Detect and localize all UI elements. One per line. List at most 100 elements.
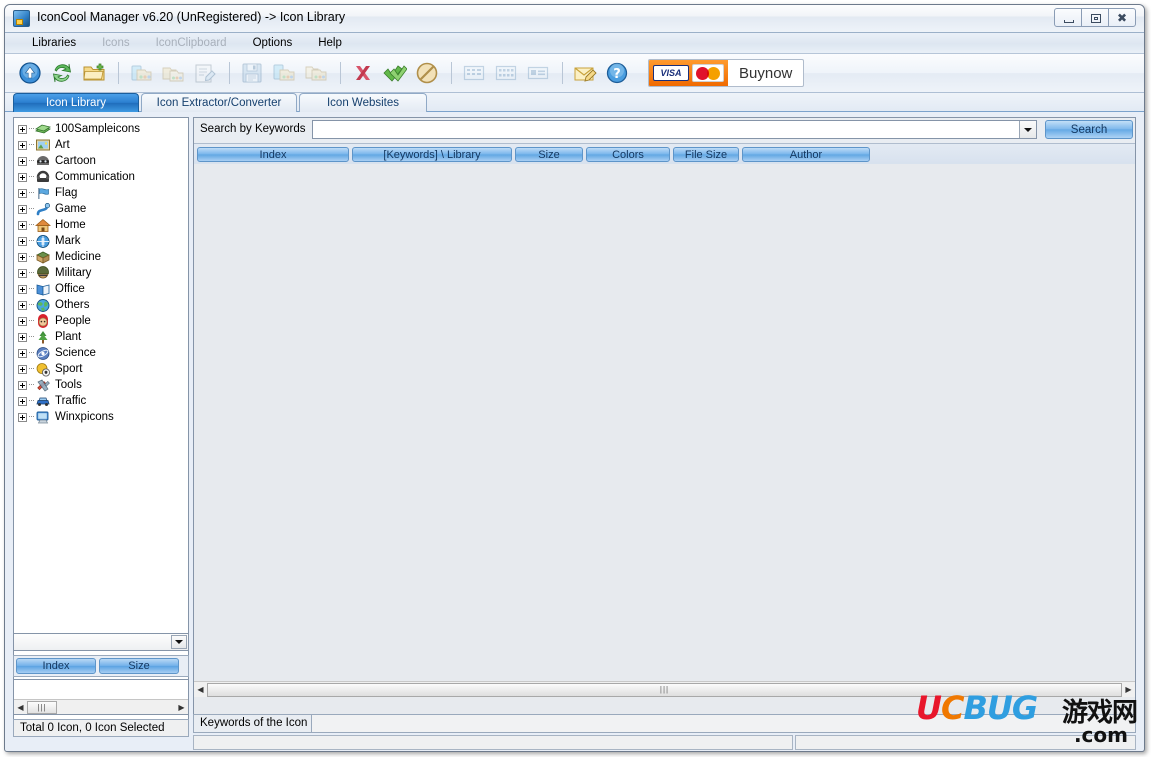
tree-item-flag[interactable]: Flag: [18, 185, 188, 201]
scroll-right-arrow[interactable]: ▶: [1122, 683, 1135, 696]
expand-toggle[interactable]: [18, 380, 27, 390]
column-size[interactable]: Size: [515, 147, 583, 162]
tree-item-military[interactable]: Military: [18, 265, 188, 281]
keywords-input[interactable]: [311, 714, 1136, 733]
edit-icon[interactable]: [190, 58, 220, 88]
tree-item-science[interactable]: Science: [18, 345, 188, 361]
expand-toggle[interactable]: [18, 236, 27, 246]
chevron-down-icon[interactable]: [1019, 121, 1036, 138]
sidebar-column-index[interactable]: Index: [16, 658, 96, 674]
expand-toggle[interactable]: [18, 396, 27, 406]
search-input[interactable]: [313, 121, 1016, 138]
horizontal-scroll-thumb[interactable]: |||: [207, 682, 1122, 697]
expand-toggle[interactable]: [18, 172, 27, 182]
sidebar-status-bar: Total 0 Icon, 0 Icon Selected: [13, 719, 189, 737]
menu-item-icons[interactable]: Icons: [89, 33, 143, 53]
tab-icon-library[interactable]: Icon Library: [13, 93, 139, 112]
grid-view-icon[interactable]: [491, 58, 521, 88]
buynow-button[interactable]: VISA Buynow: [648, 59, 805, 87]
expand-toggle[interactable]: [18, 204, 27, 214]
tree-item-communication[interactable]: Communication: [18, 169, 188, 185]
list-horizontal-scrollbar[interactable]: ◀ ||| ▶: [194, 681, 1135, 697]
tree-item-medicine[interactable]: Medicine: [18, 249, 188, 265]
expand-toggle[interactable]: [18, 252, 27, 262]
expand-toggle[interactable]: [18, 300, 27, 310]
column-keywords[interactable]: [Keywords] \ Library: [352, 147, 512, 162]
tree-item-office[interactable]: Office: [18, 281, 188, 297]
mail-icon[interactable]: [570, 58, 600, 88]
tree-item-home[interactable]: Home: [18, 217, 188, 233]
deselect-icon[interactable]: [412, 58, 442, 88]
search-combo[interactable]: [312, 120, 1037, 139]
tree-item-people[interactable]: People: [18, 313, 188, 329]
chevron-down-icon[interactable]: [171, 635, 187, 649]
expand-toggle[interactable]: [18, 412, 27, 422]
open-library-icon[interactable]: [15, 58, 45, 88]
tree-item-mark[interactable]: Mark: [18, 233, 188, 249]
payment-cards: VISA: [649, 60, 728, 86]
search-button[interactable]: Search: [1045, 120, 1133, 139]
library-tree[interactable]: 100Sampleicons Art Cartoon Communication: [14, 118, 188, 720]
expand-toggle[interactable]: [18, 316, 27, 326]
tree-item-100sampleicons[interactable]: 100Sampleicons: [18, 121, 188, 137]
list-view-icon[interactable]: [459, 58, 489, 88]
tree-item-label: Flag: [55, 187, 78, 199]
library-tree-panel[interactable]: 100Sampleicons Art Cartoon Communication: [13, 117, 189, 721]
expand-toggle[interactable]: [18, 348, 27, 358]
horizontal-scroll-thumb[interactable]: |||: [27, 700, 57, 714]
sidebar-column-size[interactable]: Size: [99, 658, 179, 674]
minimize-button[interactable]: [1054, 8, 1082, 27]
tab-icon-websites[interactable]: Icon Websites: [299, 93, 427, 112]
tree-item-winxpicons[interactable]: Winxpicons: [18, 409, 188, 425]
scroll-right-arrow[interactable]: ▶: [175, 701, 188, 714]
expand-toggle[interactable]: [18, 124, 27, 134]
save-icon[interactable]: [237, 58, 267, 88]
expand-toggle[interactable]: [18, 188, 27, 198]
tree-item-traffic[interactable]: Traffic: [18, 393, 188, 409]
library-filter-combo[interactable]: [13, 633, 189, 651]
scroll-left-arrow[interactable]: ◀: [14, 701, 27, 714]
refresh-icon[interactable]: [47, 58, 77, 88]
column-index[interactable]: Index: [197, 147, 349, 162]
sidebar-icon-list[interactable]: ◀ ||| ▶: [13, 679, 189, 715]
tree-item-others[interactable]: Others: [18, 297, 188, 313]
scroll-left-arrow[interactable]: ◀: [194, 683, 207, 696]
tree-item-cartoon[interactable]: Cartoon: [18, 153, 188, 169]
toolbar-separator: [340, 62, 341, 84]
menu-item-help[interactable]: Help: [305, 33, 355, 53]
column-author[interactable]: Author: [742, 147, 870, 162]
sidebar-horizontal-scrollbar[interactable]: ◀ ||| ▶: [14, 699, 188, 714]
expand-toggle[interactable]: [18, 332, 27, 342]
export-icon[interactable]: [158, 58, 188, 88]
tree-item-art[interactable]: Art: [18, 137, 188, 153]
tree-item-game[interactable]: Game: [18, 201, 188, 217]
tree-item-sport[interactable]: Sport: [18, 361, 188, 377]
select-all-icon[interactable]: [380, 58, 410, 88]
expand-toggle[interactable]: [18, 268, 27, 278]
import-icon[interactable]: [126, 58, 156, 88]
tree-item-label: Military: [55, 267, 92, 279]
column-file-size[interactable]: File Size: [673, 147, 739, 162]
new-folder-icon[interactable]: [79, 58, 109, 88]
help-icon[interactable]: ?: [602, 58, 632, 88]
move-to-icon[interactable]: [301, 58, 331, 88]
copy-to-icon[interactable]: [269, 58, 299, 88]
close-button[interactable]: ✖: [1108, 8, 1136, 27]
expand-toggle[interactable]: [18, 140, 27, 150]
icon-list-view[interactable]: ◀ ||| ▶: [194, 164, 1135, 697]
menu-item-libraries[interactable]: Libraries: [19, 33, 89, 53]
maximize-button[interactable]: [1081, 8, 1109, 27]
tab-icon-extractor[interactable]: Icon Extractor/Converter: [141, 93, 297, 112]
expand-toggle[interactable]: [18, 220, 27, 230]
menu-item-iconclipboard[interactable]: IconClipboard: [143, 33, 240, 53]
menu-item-options[interactable]: Options: [240, 33, 306, 53]
delete-icon[interactable]: [348, 58, 378, 88]
tree-item-tools[interactable]: Tools: [18, 377, 188, 393]
detail-view-icon[interactable]: [523, 58, 553, 88]
list-column-header: Index [Keywords] \ Library Size Colors F…: [194, 143, 1135, 166]
expand-toggle[interactable]: [18, 156, 27, 166]
expand-toggle[interactable]: [18, 364, 27, 374]
column-colors[interactable]: Colors: [586, 147, 670, 162]
tree-item-plant[interactable]: Plant: [18, 329, 188, 345]
expand-toggle[interactable]: [18, 284, 27, 294]
